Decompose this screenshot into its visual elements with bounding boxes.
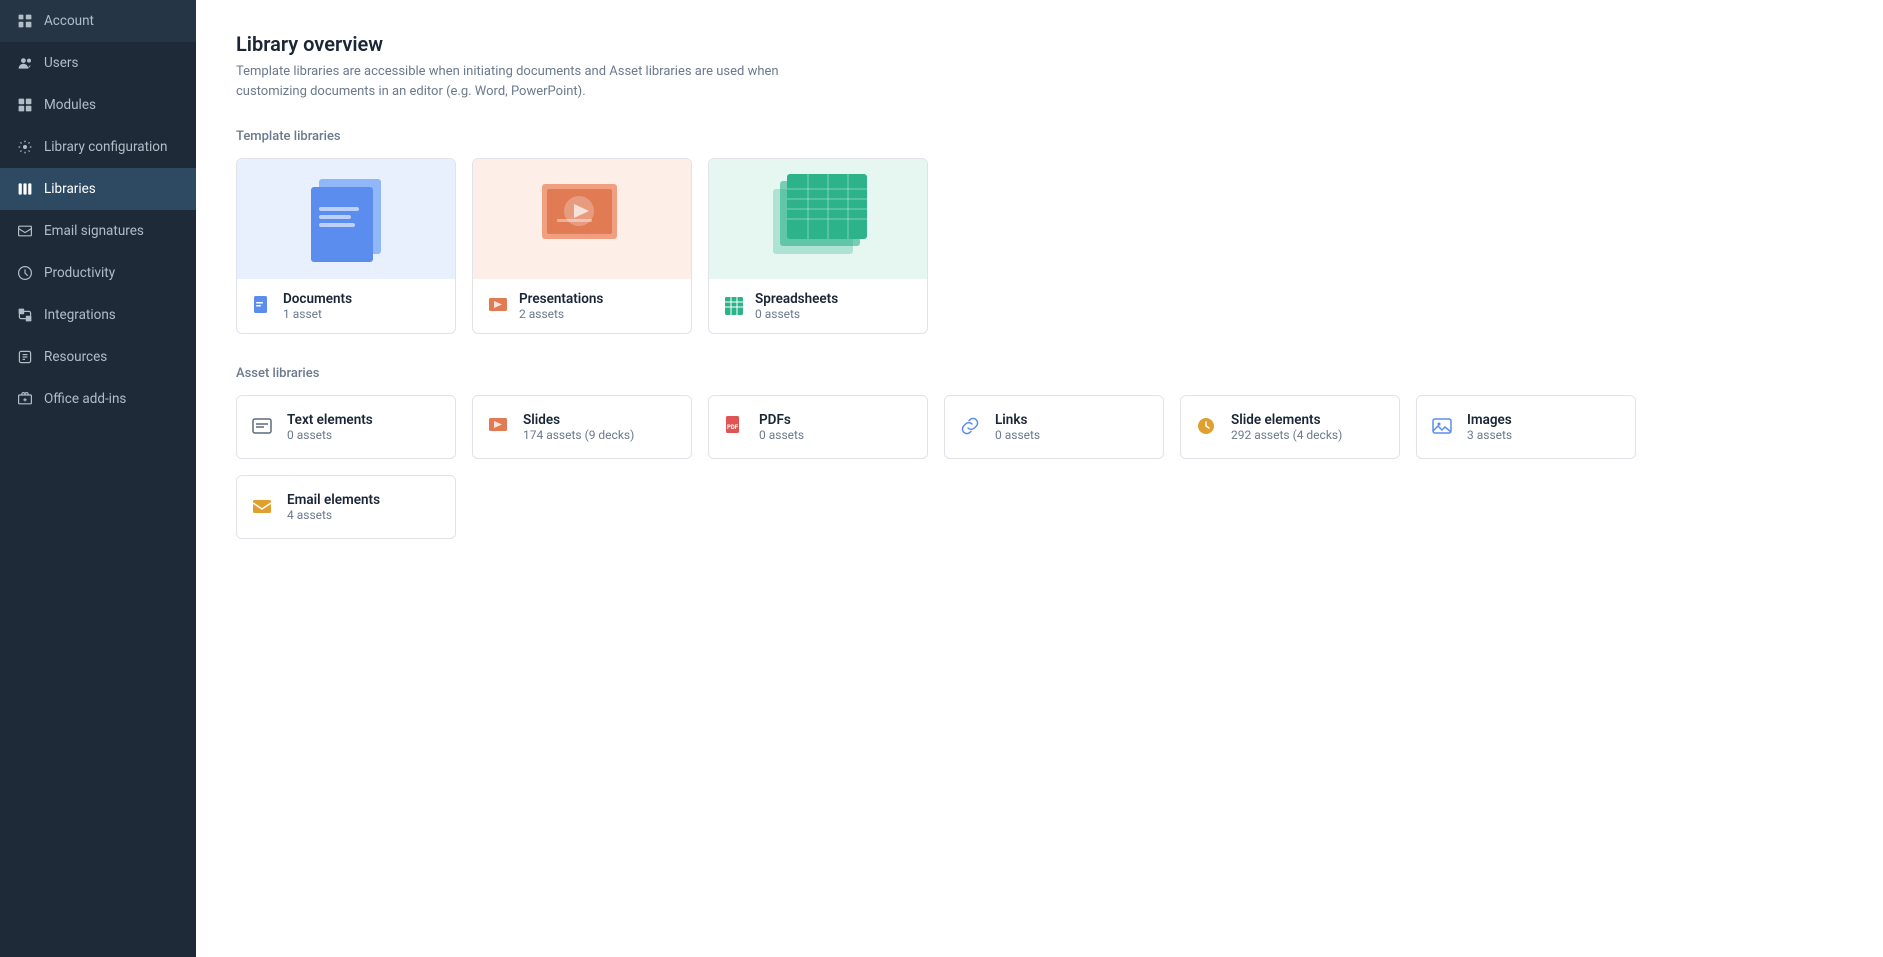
- template-card-image-documents: [237, 159, 455, 279]
- sidebar-label-productivity: Productivity: [44, 265, 115, 281]
- asset-card-name-links: Links: [995, 412, 1040, 428]
- asset-card-images[interactable]: Images3 assets: [1416, 395, 1636, 459]
- asset-section-title: Asset libraries: [236, 366, 1843, 381]
- sidebar-item-email-signatures[interactable]: Email signatures: [0, 210, 196, 252]
- asset-card-count-images: 3 assets: [1467, 428, 1512, 442]
- template-card-icon-documents: [251, 295, 273, 317]
- template-card-image-spreadsheets: [709, 159, 927, 279]
- sidebar-label-libraries: Libraries: [44, 181, 96, 197]
- template-card-count-documents: 1 asset: [283, 307, 352, 321]
- libraries-icon: [16, 180, 34, 198]
- template-card-name-spreadsheets: Spreadsheets: [755, 291, 838, 307]
- template-card-count-spreadsheets: 0 assets: [755, 307, 838, 321]
- template-card-presentations[interactable]: Presentations2 assets: [472, 158, 692, 334]
- template-card-name-documents: Documents: [283, 291, 352, 307]
- account-icon: [16, 12, 34, 30]
- asset-card-count-slide-elements: 292 assets (4 decks): [1231, 428, 1342, 442]
- sidebar-item-libraries[interactable]: Libraries: [0, 168, 196, 210]
- users-icon: [16, 54, 34, 72]
- sidebar-item-users[interactable]: Users: [0, 42, 196, 84]
- template-section-title: Template libraries: [236, 129, 1843, 144]
- sidebar-label-integrations: Integrations: [44, 307, 116, 323]
- page-description: Template libraries are accessible when i…: [236, 62, 796, 101]
- asset-card-icon-images: [1431, 415, 1455, 439]
- sidebar-item-library-configuration[interactable]: Library configuration: [0, 126, 196, 168]
- asset-card-pdfs[interactable]: PDF PDFs0 assets: [708, 395, 928, 459]
- sidebar-label-account: Account: [44, 13, 94, 29]
- asset-card-icon-email-elements: [251, 495, 275, 519]
- template-card-spreadsheets[interactable]: Spreadsheets0 assets: [708, 158, 928, 334]
- sidebar-label-resources: Resources: [44, 349, 107, 365]
- config-icon: [16, 138, 34, 156]
- sidebar-item-productivity[interactable]: Productivity: [0, 252, 196, 294]
- resources-icon: [16, 348, 34, 366]
- sidebar-label-office-add-ins: Office add-ins: [44, 391, 126, 407]
- template-card-icon-spreadsheets: [723, 295, 745, 317]
- asset-card-name-email-elements: Email elements: [287, 492, 380, 508]
- sidebar-label-users: Users: [44, 55, 78, 71]
- asset-card-name-pdfs: PDFs: [759, 412, 804, 428]
- sidebar-label-modules: Modules: [44, 97, 96, 113]
- asset-card-slide-elements[interactable]: Slide elements292 assets (4 decks): [1180, 395, 1400, 459]
- main-content: Library overview Template libraries are …: [196, 0, 1883, 957]
- asset-card-icon-text-elements: [251, 415, 275, 439]
- asset-card-slides[interactable]: Slides174 assets (9 decks): [472, 395, 692, 459]
- asset-card-count-slides: 174 assets (9 decks): [523, 428, 634, 442]
- asset-card-icon-slides: [487, 415, 511, 439]
- asset-card-count-email-elements: 4 assets: [287, 508, 380, 522]
- modules-icon: [16, 96, 34, 114]
- template-card-documents[interactable]: Documents1 asset: [236, 158, 456, 334]
- asset-libraries-grid: Text elements0 assetsSlides174 assets (9…: [236, 395, 1843, 539]
- asset-card-icon-pdfs: PDF: [723, 415, 747, 439]
- asset-card-icon-slide-elements: [1195, 415, 1219, 439]
- asset-card-name-text-elements: Text elements: [287, 412, 373, 428]
- asset-card-name-slides: Slides: [523, 412, 634, 428]
- sidebar-item-office-add-ins[interactable]: Office add-ins: [0, 378, 196, 420]
- sidebar-label-email-signatures: Email signatures: [44, 223, 144, 239]
- sidebar-item-account[interactable]: Account: [0, 0, 196, 42]
- asset-card-count-links: 0 assets: [995, 428, 1040, 442]
- template-card-count-presentations: 2 assets: [519, 307, 603, 321]
- sidebar-item-integrations[interactable]: Integrations: [0, 294, 196, 336]
- template-card-name-presentations: Presentations: [519, 291, 603, 307]
- asset-card-name-images: Images: [1467, 412, 1512, 428]
- sidebar-item-modules[interactable]: Modules: [0, 84, 196, 126]
- email-sig-icon: [16, 222, 34, 240]
- asset-card-name-slide-elements: Slide elements: [1231, 412, 1342, 428]
- asset-card-links[interactable]: Links0 assets: [944, 395, 1164, 459]
- office-icon: [16, 390, 34, 408]
- sidebar-item-resources[interactable]: Resources: [0, 336, 196, 378]
- sidebar-label-library-configuration: Library configuration: [44, 139, 167, 155]
- svg-text:PDF: PDF: [727, 424, 739, 431]
- asset-card-email-elements[interactable]: Email elements4 assets: [236, 475, 456, 539]
- asset-card-count-text-elements: 0 assets: [287, 428, 373, 442]
- template-libraries-grid: Documents1 asset Presentations2 assets S…: [236, 158, 1843, 334]
- asset-card-icon-links: [959, 415, 983, 439]
- asset-card-text-elements[interactable]: Text elements0 assets: [236, 395, 456, 459]
- asset-card-count-pdfs: 0 assets: [759, 428, 804, 442]
- template-card-image-presentations: [473, 159, 691, 279]
- sidebar: Account Users Modules Library configuration…: [0, 0, 196, 957]
- page-title: Library overview: [236, 32, 1843, 56]
- integrations-icon: [16, 306, 34, 324]
- productivity-icon: [16, 264, 34, 282]
- template-card-icon-presentations: [487, 295, 509, 317]
